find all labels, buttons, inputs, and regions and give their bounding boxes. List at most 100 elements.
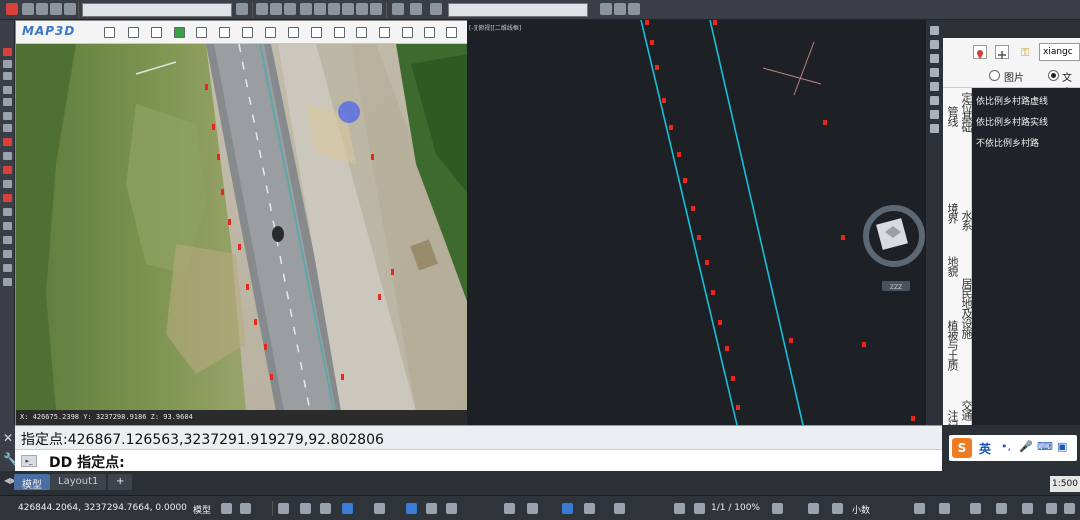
window-close-icon[interactable] <box>628 3 640 15</box>
zoom-previous-icon[interactable] <box>356 3 368 15</box>
left-tool-icon[interactable] <box>3 60 12 68</box>
left-tool-icon[interactable] <box>3 48 12 56</box>
copy-icon[interactable] <box>270 3 282 15</box>
category-pipeline[interactable]: 管线 <box>944 106 959 126</box>
map-tool-icon[interactable] <box>402 27 413 38</box>
locate-icon[interactable] <box>973 45 987 59</box>
map-tool-icon[interactable] <box>128 27 139 38</box>
save-icon[interactable] <box>50 3 62 15</box>
category-water[interactable]: 水系 <box>958 210 973 230</box>
window-minimize-icon[interactable] <box>614 3 626 15</box>
plot-icon[interactable] <box>430 3 442 15</box>
left-tool-icon[interactable] <box>3 194 12 202</box>
customization-menu-icon[interactable] <box>1064 503 1075 514</box>
print-icon[interactable] <box>64 3 76 15</box>
fullscreen-icon[interactable] <box>1046 503 1057 514</box>
paste-icon[interactable] <box>284 3 296 15</box>
grid-icon[interactable] <box>221 503 232 514</box>
right-tool-icon[interactable] <box>930 54 939 63</box>
radio-image[interactable] <box>989 70 1000 81</box>
add-layout-tab[interactable]: + <box>108 474 133 490</box>
left-tool-icon[interactable] <box>3 72 12 80</box>
pan-icon[interactable] <box>314 3 326 15</box>
undo-icon[interactable] <box>392 3 404 15</box>
dynamic-ucs-icon[interactable] <box>527 503 538 514</box>
polar-icon[interactable] <box>300 503 311 514</box>
gizmo-icon[interactable] <box>584 503 595 514</box>
snap-tracking-icon[interactable] <box>374 503 385 514</box>
aerial-orthophoto[interactable] <box>16 44 468 411</box>
map-tool-icon[interactable] <box>424 27 435 38</box>
cut-icon[interactable] <box>256 3 268 15</box>
category-positioning[interactable]: 定位基础 <box>958 92 973 132</box>
selection-filter-icon[interactable] <box>562 503 573 514</box>
left-tool-icon[interactable] <box>3 180 12 188</box>
tab-model[interactable]: 模型 <box>14 474 50 491</box>
map-tool-icon[interactable] <box>174 27 185 38</box>
app-menu-icon[interactable] <box>6 3 18 15</box>
input-method-bar[interactable]: S 英 •, 🎤 ⌨ ▣ <box>949 435 1077 461</box>
properties-icon[interactable] <box>370 3 382 15</box>
list-item[interactable]: 依比例乡村路实线 <box>976 115 1048 128</box>
left-tool-icon[interactable] <box>3 222 12 230</box>
map-tool-icon[interactable] <box>446 27 457 38</box>
left-tool-icon[interactable] <box>3 166 12 174</box>
object-snap-icon[interactable] <box>342 503 353 514</box>
map-tool-icon[interactable] <box>379 27 390 38</box>
hardware-acceleration-icon[interactable] <box>996 503 1007 514</box>
snap-icon[interactable] <box>240 503 251 514</box>
navigation-wheel[interactable] <box>863 205 925 267</box>
ortho-icon[interactable] <box>278 503 289 514</box>
transparency-icon[interactable] <box>426 503 437 514</box>
map-tool-icon[interactable] <box>219 27 230 38</box>
left-tool-icon[interactable] <box>3 152 12 160</box>
units-icon[interactable] <box>832 503 843 514</box>
right-tool-icon[interactable] <box>930 124 939 133</box>
clean-screen-icon[interactable] <box>1022 503 1033 514</box>
auto-scale-icon[interactable] <box>674 503 685 514</box>
close-icon[interactable]: ✕ <box>3 431 13 445</box>
microphone-icon[interactable]: 🎤 <box>1019 440 1033 453</box>
right-tool-icon[interactable] <box>930 96 939 105</box>
add-icon[interactable] <box>808 503 819 514</box>
map-tool-icon[interactable] <box>334 27 345 38</box>
category-settlement[interactable]: 居民地及设施 <box>958 278 973 338</box>
list-item[interactable]: 不依比例乡村路 <box>976 136 1039 149</box>
left-tool-icon[interactable] <box>3 124 12 132</box>
zoom-window-icon[interactable] <box>342 3 354 15</box>
quick-properties-icon[interactable] <box>914 503 925 514</box>
right-tool-icon[interactable] <box>930 110 939 119</box>
zoom-icon[interactable] <box>328 3 340 15</box>
category-transport[interactable]: 交通 <box>958 400 973 420</box>
punctuation-icon[interactable]: •, <box>1001 440 1011 453</box>
symbol-search-input[interactable] <box>1039 43 1080 61</box>
command-prompt-icon[interactable]: ▸_ <box>21 455 37 467</box>
map-tool-icon[interactable] <box>265 27 276 38</box>
lock-ui-icon[interactable] <box>939 503 950 514</box>
viewport-scale[interactable]: 1/1 / 100% <box>711 503 760 513</box>
map-tool-icon[interactable] <box>311 27 322 38</box>
workspace-icon[interactable] <box>772 503 783 514</box>
skin-icon[interactable]: ▣ <box>1057 440 1067 453</box>
list-item[interactable]: 依比例乡村路虚线 <box>976 94 1048 107</box>
left-tool-icon[interactable] <box>3 138 12 146</box>
left-tool-icon[interactable] <box>3 208 12 216</box>
model-space-button[interactable]: 模型 <box>193 503 211 516</box>
match-properties-icon[interactable] <box>300 3 312 15</box>
annotation-scale-icon[interactable] <box>694 503 705 514</box>
3d-osnap-icon[interactable] <box>504 503 515 514</box>
ime-language[interactable]: 英 <box>979 440 991 457</box>
command-input-row[interactable]: ▸_ DD 指定点: <box>15 449 942 471</box>
lineweight-icon[interactable] <box>406 503 417 514</box>
map-tool-icon[interactable] <box>151 27 162 38</box>
left-tool-icon[interactable] <box>3 250 12 258</box>
right-tool-icon[interactable] <box>930 82 939 91</box>
new-file-icon[interactable] <box>22 3 34 15</box>
window-restore-icon[interactable] <box>600 3 612 15</box>
isolate-objects-icon[interactable] <box>970 503 981 514</box>
style-dropdown[interactable] <box>448 3 588 17</box>
redo-icon[interactable] <box>410 3 422 15</box>
selection-cycling-icon[interactable] <box>446 503 457 514</box>
layer-settings-icon[interactable] <box>236 3 248 15</box>
left-tool-icon[interactable] <box>3 278 12 286</box>
